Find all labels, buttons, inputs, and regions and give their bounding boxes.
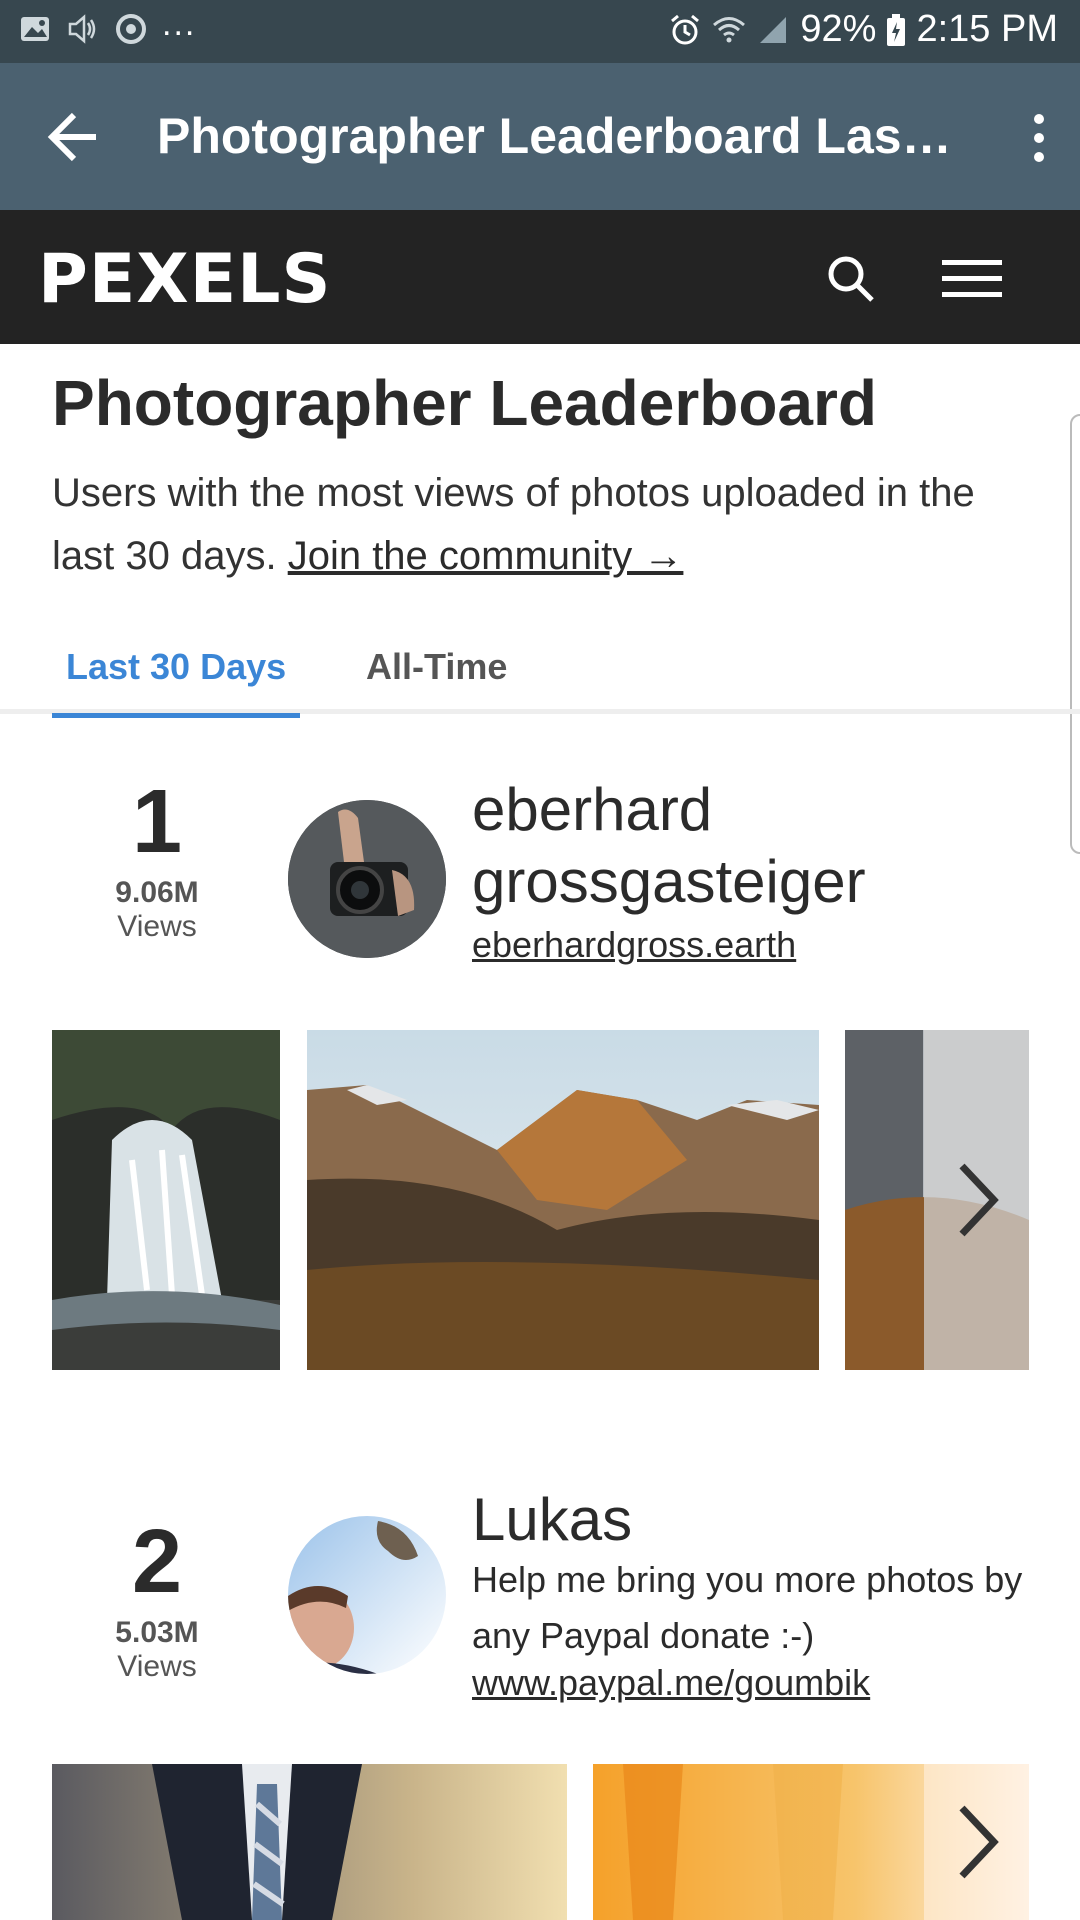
photo-carousel [52,1764,1029,1920]
views-count: 9.06M [115,876,199,909]
volume-icon [68,14,96,44]
status-bar: ... 92% 2:15 PM [0,0,1080,63]
back-arrow-icon[interactable] [44,109,104,165]
rank-block: 2 5.03M Views [52,1514,262,1684]
chevron-right-icon [958,1805,999,1879]
photographer-name[interactable]: Lukas [472,1484,632,1556]
photo-mountains[interactable] [307,1030,819,1370]
waterfall-image [52,1030,280,1370]
avatar[interactable] [288,1516,446,1674]
photographer-bio: Help me bring you more photos by any Pay… [472,1559,1023,1656]
rank-number: 1 [131,772,183,872]
chevron-right-icon [958,1163,999,1237]
views-label: Views [117,1650,197,1683]
photographer-website-link[interactable]: eberhardgross.earth [472,924,796,966]
join-community-link[interactable]: Join the community → [288,534,684,578]
photographer-name[interactable]: eberhard grossgasteiger [472,774,1080,918]
photographer-paypal-link[interactable]: www.paypal.me/goumbik [472,1662,870,1704]
search-icon[interactable] [826,254,876,304]
wifi-icon [713,16,746,42]
more-notifications-indicator: ... [162,4,197,43]
photo-partial[interactable] [845,1030,1029,1370]
photo-carousel [52,1030,1029,1370]
photo-waterfall[interactable] [52,1030,280,1370]
pexels-logo[interactable]: PEXELS [38,240,331,319]
gallery-notification-icon [21,17,49,41]
photo-drink[interactable] [593,1764,1029,1920]
tab-last-30-days[interactable]: Last 30 Days [52,646,301,718]
alarm-icon [671,14,700,44]
avatar-camera-image [288,800,446,958]
sync-notification-icon [116,14,146,44]
more-options-icon[interactable] [1024,113,1054,163]
signal-icon [760,16,787,43]
tab-all-time[interactable]: All-Time [352,646,521,713]
avatar[interactable] [288,800,446,958]
businessman-image [52,1764,567,1920]
views-label: Views [117,910,197,943]
battery-charging-icon [887,13,906,46]
mountain-image [307,1030,819,1370]
views-count: 5.03M [115,1616,199,1649]
site-nav: PEXELS [0,210,1080,344]
page-content: Photographer Leaderboard Users with the … [0,344,1080,1920]
carousel-next-button[interactable] [924,1764,1029,1920]
app-bar: Photographer Leaderboard Last... [0,63,1080,210]
rank-block: 1 9.06M Views [52,774,262,944]
rank-number: 2 [131,1512,183,1612]
page-description: Users with the most views of photos uplo… [52,462,1042,588]
page-title: Photographer Leaderboard [52,367,877,439]
app-bar-title: Photographer Leaderboard Last... [157,108,957,164]
avatar-selfie-image [288,1516,446,1674]
hamburger-menu-icon[interactable] [942,258,1002,300]
leaderboard-tabs: Last 30 Days All-Time [0,634,1080,718]
battery-percentage: 92% [800,8,877,50]
carousel-next-button[interactable] [924,1030,1029,1370]
photo-businessman[interactable] [52,1764,567,1920]
clock: 2:15 PM [916,8,1058,50]
